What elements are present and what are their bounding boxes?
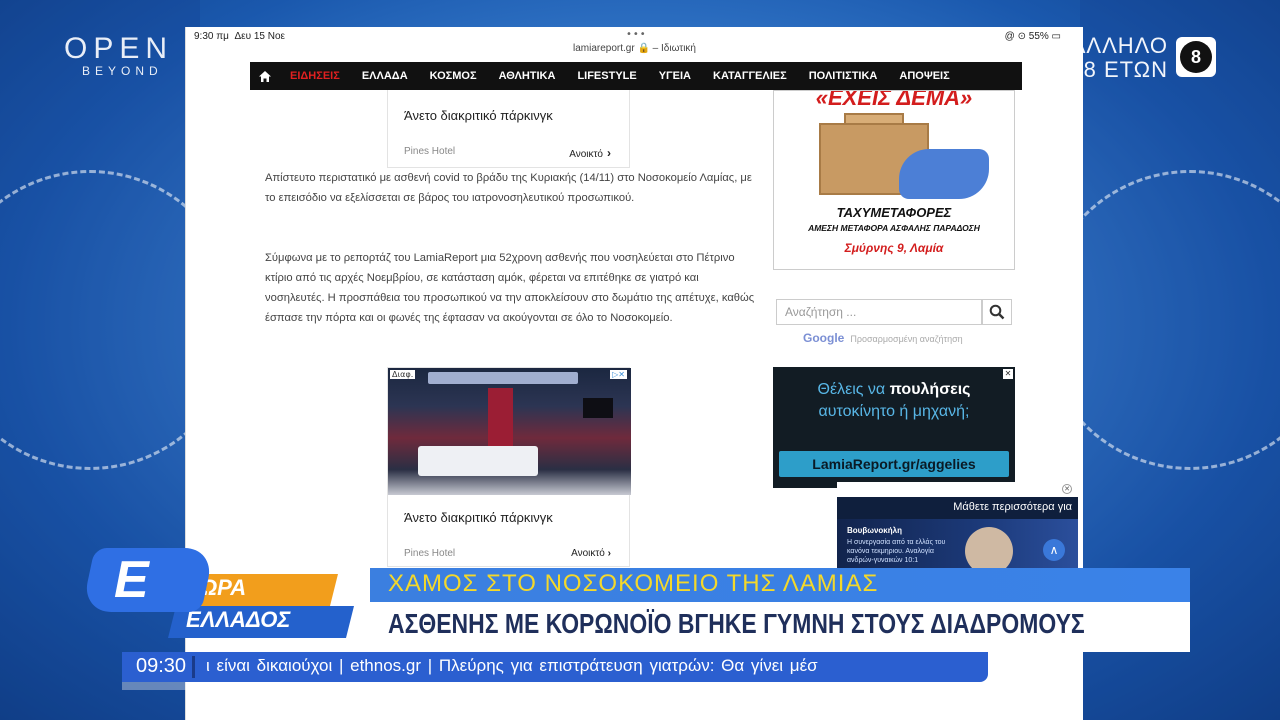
ad-title: Άνετο διακριτικό πάρκινγκ: [404, 108, 553, 123]
google-custom-search-note: Google Προσαρμοσμένη αναζήτηση: [803, 331, 963, 345]
nav-item-sports[interactable]: ΑΘΛΗΤΙΚΑ: [499, 70, 556, 82]
ticker-clock: 09:30: [136, 655, 187, 677]
channel-logo-main: OPEN: [64, 32, 174, 65]
nav-item-world[interactable]: ΚΟΣΜΟΣ: [430, 70, 477, 82]
ticker-underline: [122, 682, 988, 690]
url-bar[interactable]: lamiareport.gr 🔒 – Ιδιωτική: [186, 43, 1083, 54]
channel-logo: OPEN BEYOND: [64, 32, 173, 78]
article-paragraph: Σύμφωνα με το ρεπορτάζ του LamiaReport μ…: [265, 252, 755, 324]
classifieds-ad-text: Θέλεις να πουλήσεις αυτοκίνητο ή μηχανή;: [817, 381, 971, 420]
headline-strip: ΧΑΜΟΣ ΣΤΟ ΝΟΣΟΚΟΜΕΙΟ ΤΗΣ ΛΑΜΙΑΣ: [370, 568, 1190, 602]
video-caption: Βουβωνοκήλη Η συνεργασία από τα ελλάς το…: [847, 526, 946, 564]
headline-text: ΧΑΜΟΣ ΣΤΟ ΝΟΣΟΚΟΜΕΙΟ ΤΗΣ ΛΑΜΙΑΣ: [388, 570, 879, 597]
ad-card-top[interactable]: Άνετο διακριτικό πάρκινγκ Pines Hotel Αν…: [387, 90, 630, 168]
home-icon[interactable]: [250, 62, 280, 90]
nav-item-news[interactable]: ΕΙΔΗΣΕΙΣ: [290, 70, 340, 82]
ad-source: Pines Hotel: [404, 548, 456, 559]
age-rating-badge: 8: [1176, 37, 1216, 77]
channel-logo-sub: BEYOND: [82, 64, 163, 78]
adchoices-icon[interactable]: ▷✕: [610, 370, 627, 379]
nav-item-health[interactable]: ΥΓΕΙΑ: [659, 70, 691, 82]
courier-ad-line1: ΤΑΧΥΜΕΤΑΦΟΡΕΣ: [836, 205, 952, 220]
subheadline-text: ΑΣΘΕΝΗΣ ΜΕ ΚΟΡΩΝΟΪΟ ΒΓΗΚΕ ΓΥΜΝΗ ΣΤΟΥΣ ΔΙ…: [388, 608, 1085, 639]
ad-card-hotel[interactable]: Διαφ. ▷✕ Άνετο διακριτικό πάρκινγκ Pines…: [387, 367, 631, 567]
chevron-right-icon: ›: [607, 548, 611, 559]
hotel-room-image: [388, 368, 631, 495]
nav-item-complaints[interactable]: ΚΑΤΑΓΓΕΛΙΕΣ: [713, 70, 787, 82]
article-paragraph: Απίστευτο περιστατικό με ασθενή covid το…: [265, 172, 752, 204]
status-icons: @ ⊙ 55% ▭: [1004, 31, 1061, 42]
glove-icon: [899, 149, 989, 199]
search-button[interactable]: [982, 299, 1012, 325]
classifieds-ad-banner[interactable]: ✕ Θέλεις να πουλήσεις αυτοκίνητο ή μηχαν…: [773, 367, 1015, 488]
news-ticker: 09:30 ι είναι δικαιούχοι | ethnos.gr | Π…: [122, 652, 988, 682]
ad-footer: Pines Hotel Ανοικτό ›: [404, 548, 611, 559]
status-time: 9:30 πμ Δευ 15 Νοε: [194, 31, 285, 42]
ad-badge: Διαφ.: [390, 370, 416, 379]
age-rating-number: 8: [1180, 41, 1212, 73]
ad-open-button[interactable]: Ανοικτό ›: [569, 146, 611, 160]
video-brand-logo: ∧: [1043, 539, 1065, 561]
search-input[interactable]: Αναζήτηση ...: [776, 299, 982, 325]
courier-ad-line2: ΑΜΕΣΗ ΜΕΤΑΦΟΡΑ ΑΣΦΑΛΗΣ ΠΑΡΑΔΟΣΗ: [808, 223, 980, 233]
nav-item-opinions[interactable]: ΑΠΟΨΕΙΣ: [899, 70, 949, 82]
ad-source: Pines Hotel: [404, 146, 456, 157]
nav-item-greece[interactable]: ΕΛΛΑΔΑ: [362, 70, 408, 82]
ticker-divider: [192, 656, 195, 678]
ticker-text: ι είναι δικαιούχοι | ethnos.gr | Πλεύρης…: [206, 656, 818, 675]
classifieds-ad-link[interactable]: LamiaReport.gr/aggelies: [779, 451, 1009, 477]
show-logo-icon: Ε: [81, 548, 215, 612]
close-icon[interactable]: ✕: [1003, 369, 1013, 379]
learn-more-bar[interactable]: Μάθετε περισσότερα για: [837, 497, 1078, 519]
site-search: Αναζήτηση ...: [776, 299, 1012, 325]
multitask-dots-icon[interactable]: •••: [626, 29, 647, 40]
courier-ad-line3: Σμύρνης 9, Λαμία: [844, 241, 944, 255]
ad-footer: Pines Hotel Ανοικτό ›: [404, 146, 611, 160]
subheadline-strip: ΑΣΘΕΝΗΣ ΜΕ ΚΟΡΩΝΟΪΟ ΒΓΗΚΕ ΓΥΜΝΗ ΣΤΟΥΣ ΔΙ…: [348, 602, 1190, 652]
nav-item-culture[interactable]: ΠΟΛΙΤΙΣΤΙΚΑ: [809, 70, 878, 82]
courier-ad-banner[interactable]: «ΕΧΕΙΣ ΔΕΜΑ» ΤΑΧΥΜΕΤΑΦΟΡΕΣ ΑΜΕΣΗ ΜΕΤΑΦΟΡ…: [773, 90, 1015, 270]
search-icon: [989, 304, 1005, 320]
nav-item-lifestyle[interactable]: LIFESTYLE: [577, 70, 636, 82]
google-logo: Google: [803, 331, 845, 345]
site-nav: ΕΙΔΗΣΕΙΣ ΕΛΛΑΔΑ ΚΟΣΜΟΣ ΑΘΛΗΤΙΚΑ LIFESTYL…: [250, 62, 1022, 90]
close-icon[interactable]: ✕: [1062, 484, 1072, 494]
chevron-right-icon: ›: [607, 146, 611, 160]
ad-open-button[interactable]: Ανοικτό ›: [571, 548, 611, 559]
ad-title: Άνετο διακριτικό πάρκινγκ: [404, 510, 553, 525]
courier-ad-headline: «ΕΧΕΙΣ ΔΕΜΑ»: [815, 90, 973, 110]
